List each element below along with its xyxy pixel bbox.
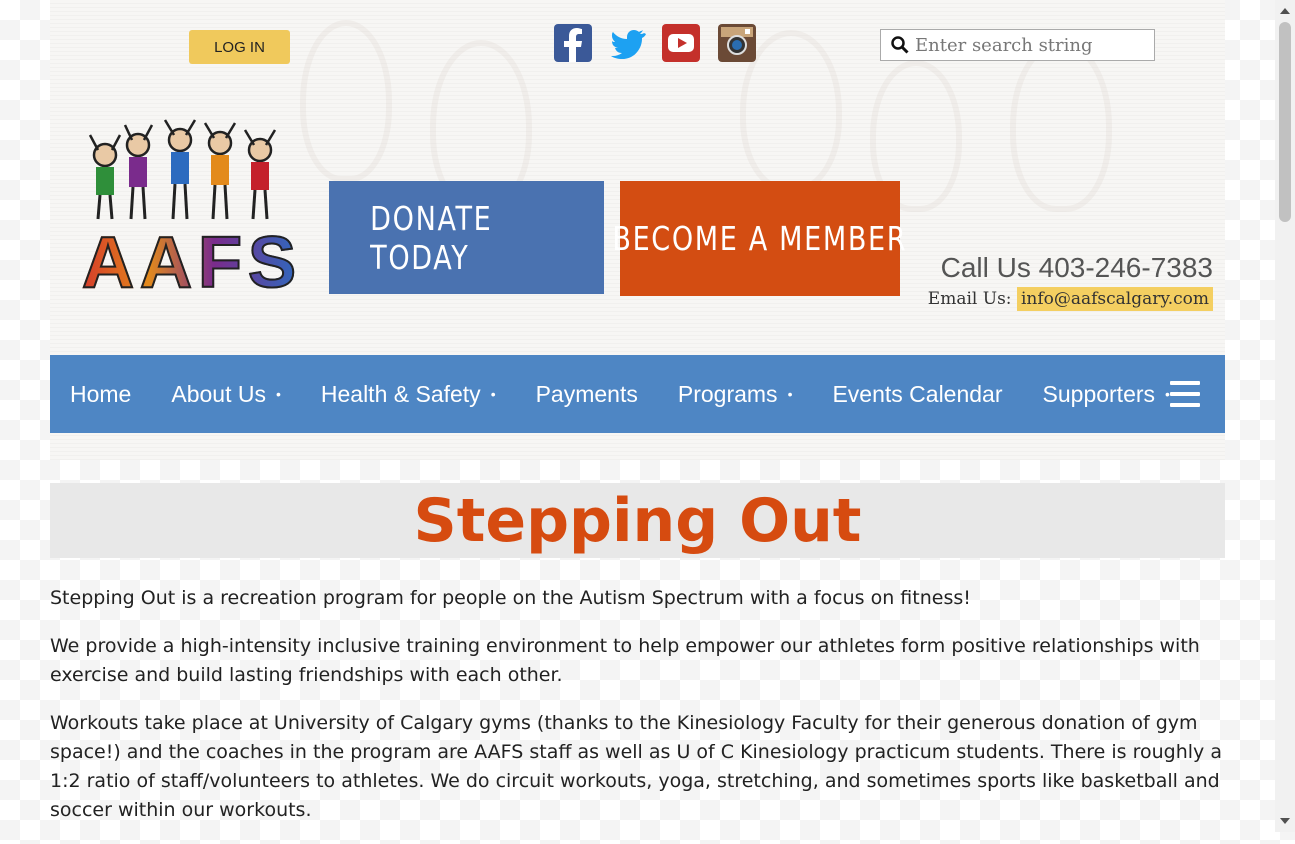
nav-item-home[interactable]: Home [50,381,151,408]
site-header: LOG IN Enter search string AAFS DONATE T… [50,0,1225,460]
become-member-button[interactable]: BECOME A MEMBER [613,181,906,296]
paragraph: Workouts take place at University of Cal… [50,712,1222,821]
submenu-dot-icon: • [275,386,281,402]
paragraph: We provide a high-intensity inclusive tr… [50,635,1200,686]
twitter-icon[interactable] [608,24,646,62]
hamburger-menu-icon[interactable] [1170,381,1200,407]
nav-item-health-safety[interactable]: Health & Safety • [301,381,516,408]
donate-label: DONATE TODAY [370,198,493,277]
login-button[interactable]: LOG IN [189,30,290,64]
member-label: BECOME A MEMBER [612,219,908,258]
vertical-scrollbar[interactable] [1275,0,1295,832]
background-doodle [1010,40,1112,212]
scroll-down-icon[interactable] [1280,818,1290,824]
nav-item-supporters[interactable]: Supporters • [1023,381,1190,408]
logo-figures-icon [88,119,277,220]
main-nav: Home About Us • Health & Safety • Payments… [50,355,1225,433]
aafs-logo[interactable]: AAFS [80,115,297,315]
nav-item-payments[interactable]: Payments [516,381,658,408]
donate-today-button[interactable]: DONATE TODAY [329,181,604,294]
submenu-dot-icon: • [787,386,793,402]
email-line: Email Us: info@aafscalgary.com [870,287,1213,311]
nav-item-programs[interactable]: Programs • [658,381,813,408]
instagram-icon[interactable] [718,24,756,62]
search-box [880,29,1155,61]
nav-item-events-calendar[interactable]: Events Calendar [812,381,1022,408]
page-title-bar: Stepping Out [50,483,1225,558]
phone-number: Call Us 403-246-7383 [940,252,1213,283]
scroll-thumb[interactable] [1279,22,1291,222]
paragraph: Stepping Out is a recreation program for… [50,587,971,609]
email-label: Email Us: [927,289,1012,309]
email-link[interactable]: info@aafscalgary.com [1016,287,1213,311]
search-input[interactable] [909,32,1145,58]
search-icon [891,36,909,54]
main-content: Stepping Out is a recreation program for… [50,584,1225,844]
page-title: Stepping Out [413,485,862,556]
background-doodle [300,20,392,182]
scroll-up-icon[interactable] [1280,8,1290,14]
page: LOG IN Enter search string AAFS DONATE T… [50,0,1225,832]
submenu-dot-icon: • [490,386,496,402]
nav-item-about-us[interactable]: About Us • [151,381,301,408]
facebook-icon[interactable] [554,24,592,62]
logo-text: AAFS [81,223,302,303]
youtube-icon[interactable] [662,24,700,62]
